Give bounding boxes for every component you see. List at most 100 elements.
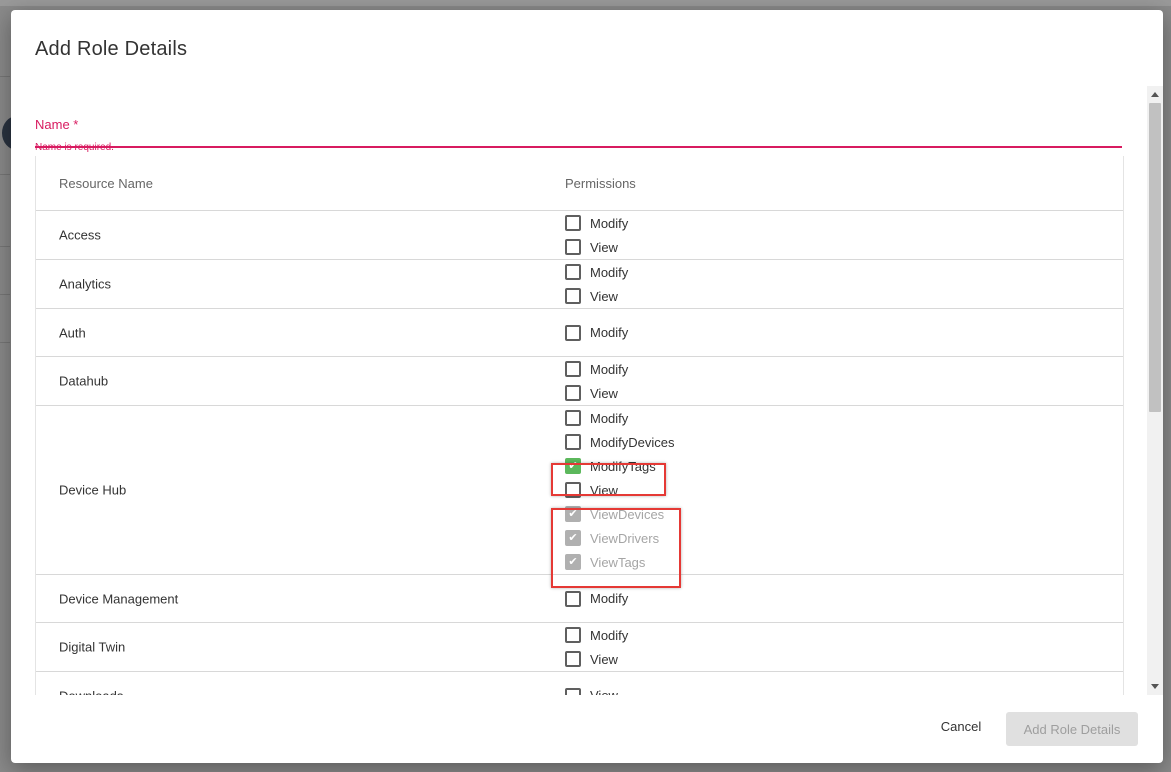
permission-label: Modify: [590, 361, 629, 377]
permission-checkbox[interactable]: [565, 482, 581, 498]
add-role-details-button[interactable]: Add Role Details: [1006, 712, 1138, 746]
permission-checkbox[interactable]: [565, 410, 581, 426]
resource-name: Device Management: [59, 591, 179, 606]
cancel-button[interactable]: Cancel: [928, 708, 994, 744]
permission-checkbox[interactable]: [565, 324, 581, 341]
resource-name: Datahub: [59, 373, 109, 389]
resource-name: Analytics: [59, 276, 112, 292]
checkmark-icon: ✔: [568, 531, 578, 544]
scrollbar-thumb[interactable]: [1149, 103, 1161, 412]
permission-option[interactable]: Modify: [565, 587, 628, 611]
permission-label: Modify: [590, 325, 629, 340]
permission-list: Modify: [565, 587, 628, 611]
permission-option[interactable]: View: [565, 284, 628, 308]
permission-checkbox: ✔: [565, 506, 581, 522]
checkmark-icon: ✔: [568, 555, 578, 568]
resource-name: Digital Twin: [59, 639, 126, 655]
permission-checkbox: ✔: [565, 554, 581, 570]
permission-checkbox[interactable]: [565, 651, 581, 667]
permission-label: ViewDevices: [590, 506, 665, 522]
permission-checkbox[interactable]: [565, 434, 581, 450]
permission-option[interactable]: Modify: [565, 211, 628, 235]
name-input[interactable]: Name *: [35, 114, 1122, 148]
table-row: Datahub Modify View: [36, 357, 1123, 406]
permission-label: Modify: [590, 215, 629, 231]
background-divider: [0, 76, 10, 77]
resource-name: Downloads: [59, 688, 123, 695]
permission-option[interactable]: View: [565, 235, 628, 259]
permission-label: View: [590, 688, 618, 695]
permission-label: ViewTags: [590, 554, 646, 570]
permission-checkbox[interactable]: [565, 590, 581, 607]
permission-list: Modify: [565, 321, 628, 345]
resource-name: Access: [59, 227, 101, 243]
permission-label: View: [590, 651, 618, 667]
permission-list: View: [565, 684, 618, 695]
permission-checkbox[interactable]: [565, 264, 581, 280]
permission-option[interactable]: ModifyDevices: [565, 430, 675, 454]
resource-name: Device Hub: [59, 482, 127, 498]
permission-option[interactable]: View: [565, 684, 618, 695]
background-topbar: [0, 0, 1171, 6]
scroll-up-arrow-icon[interactable]: [1151, 92, 1159, 97]
permission-option: ✔ ViewTags: [565, 550, 675, 574]
permission-checkbox[interactable]: [565, 687, 581, 695]
permission-label: Modify: [590, 264, 629, 280]
table-row: Access Modify View: [36, 211, 1123, 260]
table-row: Analytics Modify View: [36, 260, 1123, 309]
permission-option[interactable]: Modify: [565, 321, 628, 345]
permission-checkbox[interactable]: [565, 239, 581, 255]
permission-label: View: [590, 239, 618, 255]
permission-label: ModifyTags: [590, 458, 656, 474]
permission-label: View: [590, 385, 618, 401]
permission-label: View: [590, 288, 618, 304]
checkmark-icon: ✔: [568, 507, 578, 520]
permission-option[interactable]: View: [565, 478, 675, 502]
permission-option[interactable]: Modify: [565, 357, 628, 381]
background-divider: [0, 342, 10, 343]
permission-label: Modify: [590, 627, 629, 643]
table-row: Device Hub Modify ModifyDevices ✔ ModifyTags…: [36, 406, 1123, 575]
permission-checkbox[interactable]: [565, 385, 581, 401]
permission-option[interactable]: Modify: [565, 406, 675, 430]
background-divider: [0, 294, 10, 295]
dialog-actions: Cancel Add Role Details: [11, 695, 1163, 763]
permission-option: ✔ ViewDevices: [565, 502, 675, 526]
table-row: Downloads View: [36, 672, 1123, 695]
resource-name: Auth: [59, 325, 86, 340]
permission-checkbox[interactable]: [565, 215, 581, 231]
permission-list: Modify View: [565, 211, 628, 259]
permission-option[interactable]: Modify: [565, 260, 628, 284]
permission-label: Modify: [590, 591, 629, 606]
checkmark-icon: ✔: [568, 459, 578, 472]
content-scrollbar[interactable]: [1147, 86, 1163, 695]
permission-list: Modify ModifyDevices ✔ ModifyTags View ✔ ViewD…: [565, 406, 675, 574]
name-error-text: Name is required.: [35, 142, 114, 153]
table-body: Access Modify View Analytics Modify View Auth M…: [36, 211, 1123, 695]
permission-checkbox[interactable]: [565, 627, 581, 643]
table-row: Device Management Modify: [36, 575, 1123, 623]
permissions-table: Resource Name Permissions Access Modify Vi…: [35, 156, 1124, 695]
background-divider: [0, 174, 10, 175]
permission-option[interactable]: ✔ ModifyTags: [565, 454, 675, 478]
permission-label: ViewDrivers: [590, 530, 660, 546]
dialog-content: Name * Name is required. Resource Name P…: [11, 90, 1147, 695]
permission-option: ✔ ViewDrivers: [565, 526, 675, 550]
permission-checkbox[interactable]: ✔: [565, 458, 581, 474]
column-header-resource-name: Resource Name: [59, 176, 153, 191]
background-divider: [0, 246, 10, 247]
permission-list: Modify View: [565, 623, 628, 671]
table-row: Digital Twin Modify View: [36, 623, 1123, 672]
scroll-down-arrow-icon[interactable]: [1151, 684, 1159, 689]
table-header: Resource Name Permissions: [36, 156, 1123, 211]
permission-checkbox: ✔: [565, 530, 581, 546]
permission-option[interactable]: View: [565, 647, 628, 671]
permission-option[interactable]: Modify: [565, 623, 628, 647]
column-header-permissions: Permissions: [565, 176, 636, 191]
add-role-dialog: Add Role Details Name * Name is required…: [11, 10, 1163, 763]
permission-option[interactable]: View: [565, 381, 628, 405]
permission-checkbox[interactable]: [565, 361, 581, 377]
permission-checkbox[interactable]: [565, 288, 581, 304]
permission-list: Modify View: [565, 357, 628, 405]
name-label: Name *: [35, 117, 79, 132]
